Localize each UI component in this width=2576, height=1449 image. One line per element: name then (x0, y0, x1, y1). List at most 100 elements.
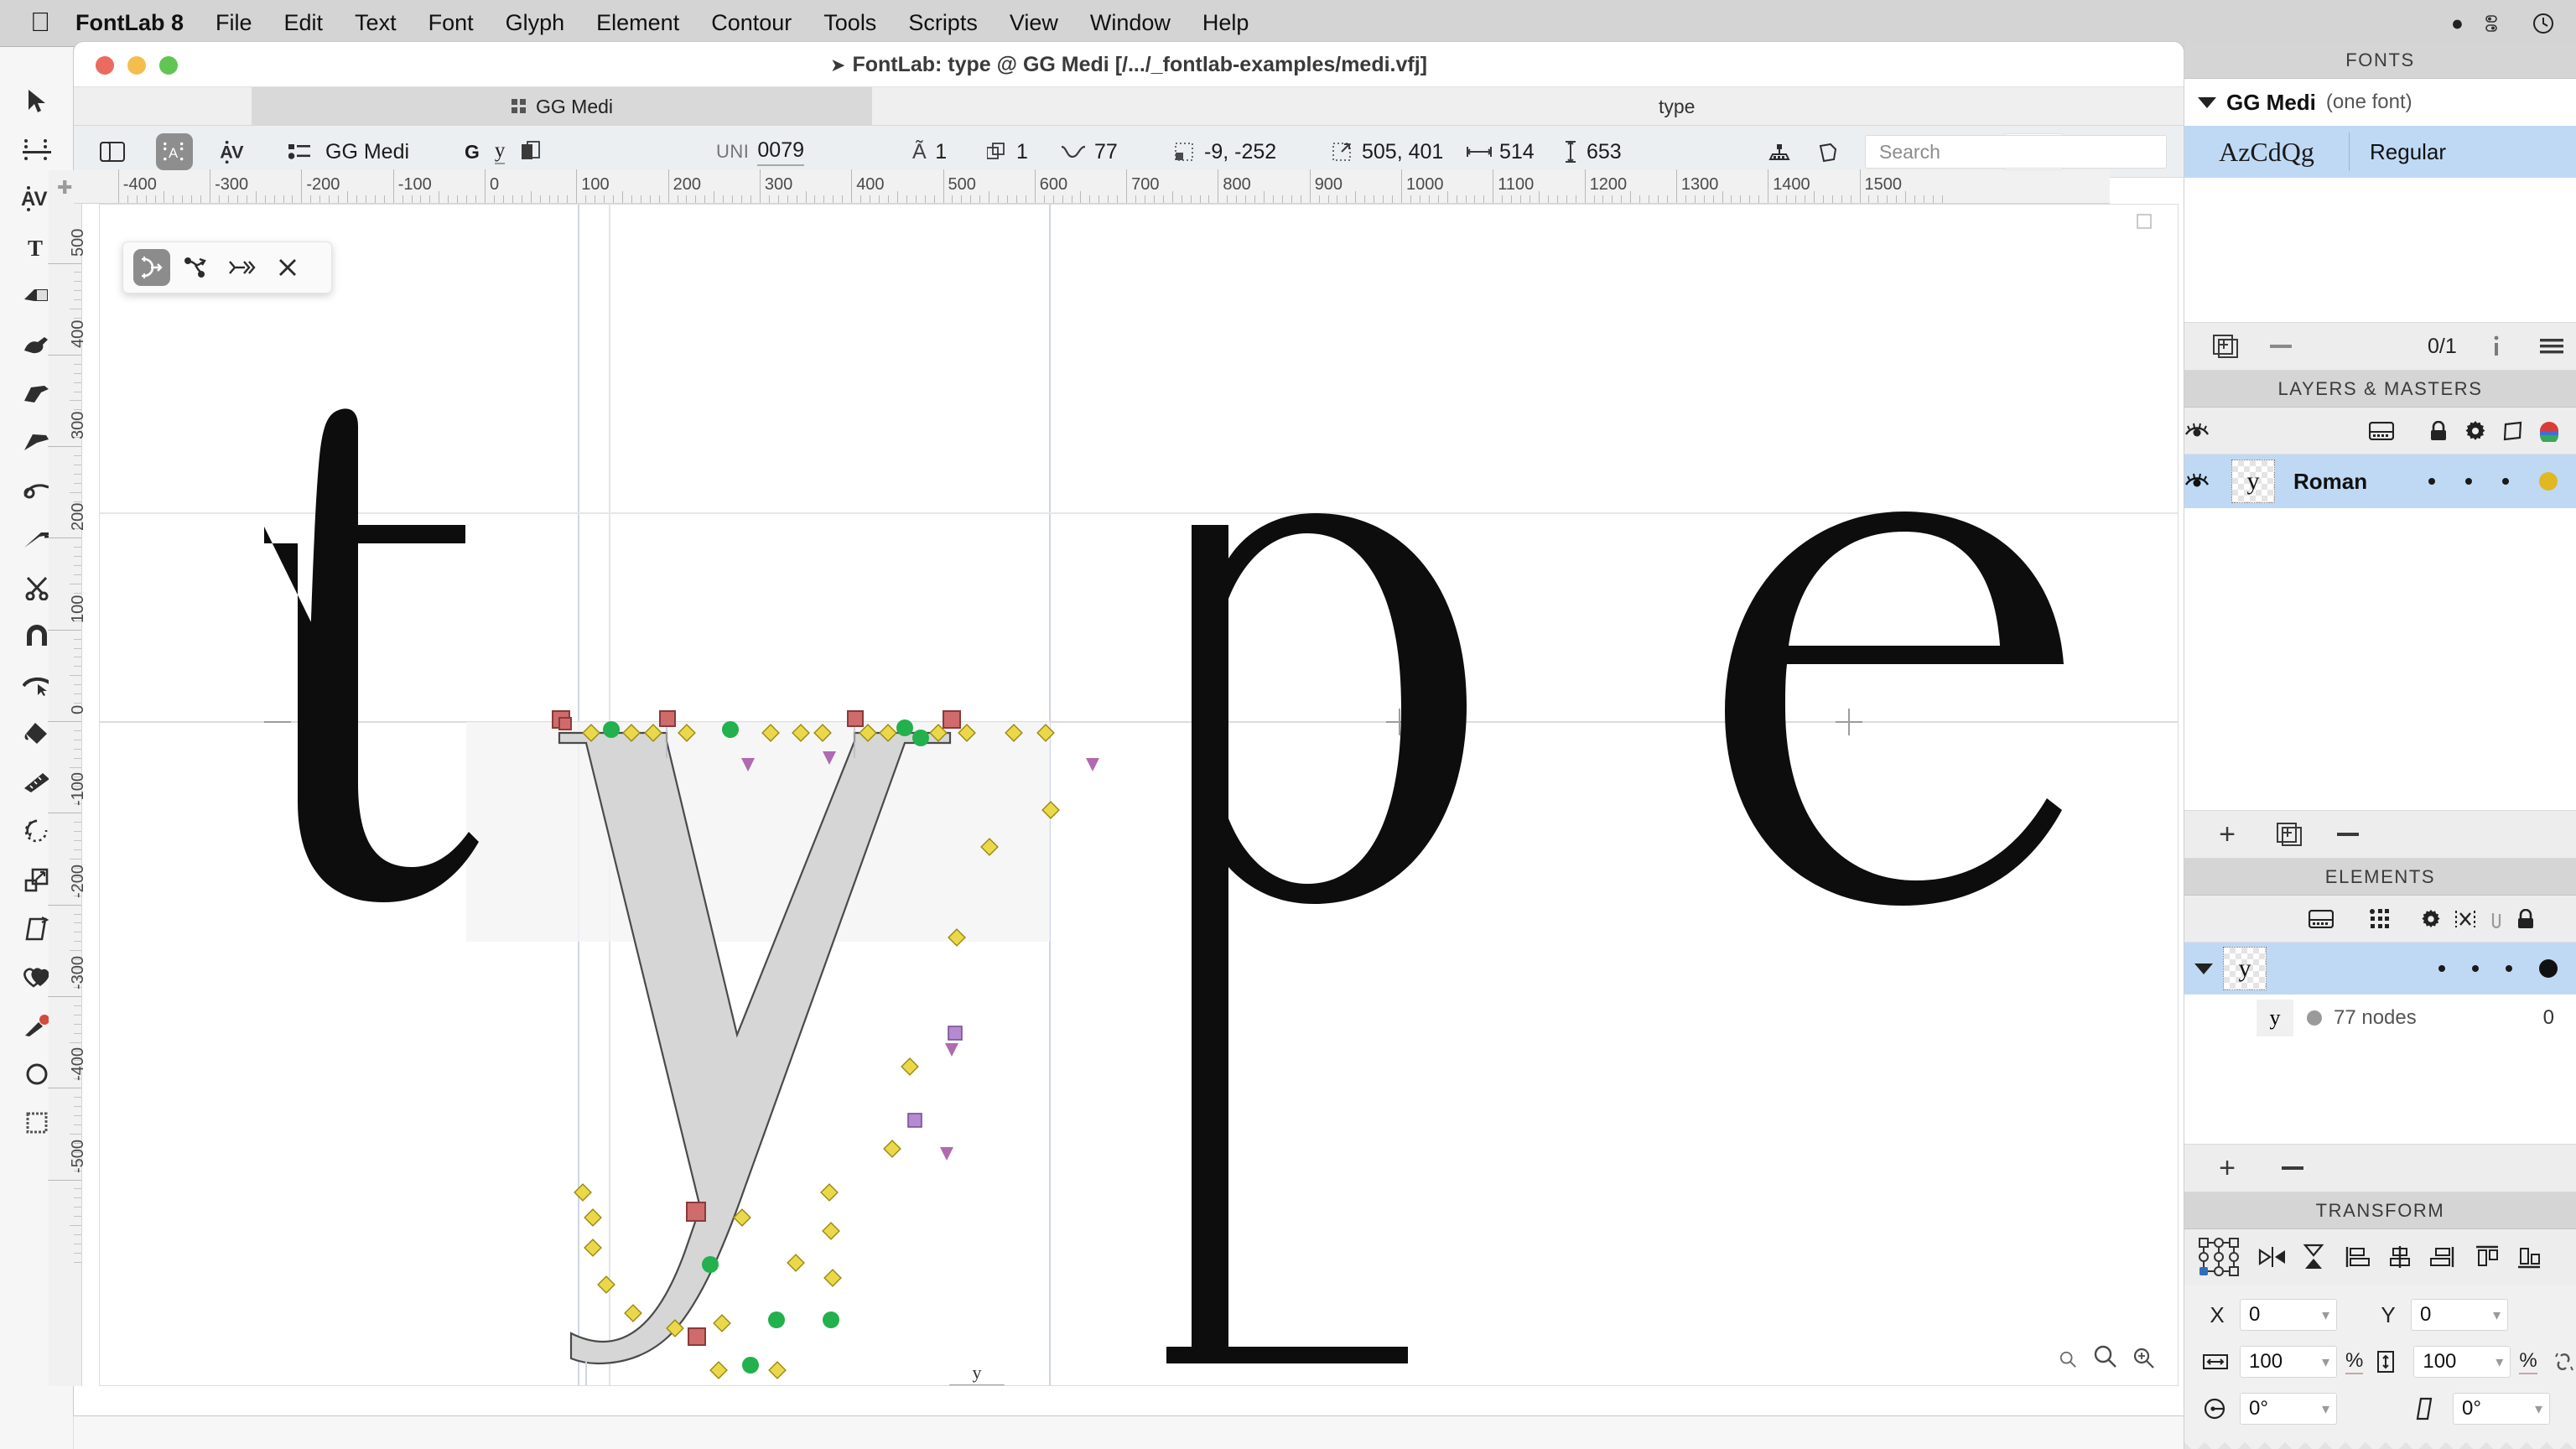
layer-color-swatch[interactable] (2539, 472, 2558, 491)
menu-item-edit[interactable]: Edit (284, 10, 324, 36)
link-icon[interactable] (2490, 909, 2503, 929)
font-row[interactable]: AzCdQg Regular (2184, 126, 2576, 178)
chevron-down-icon[interactable]: ▾ (2322, 1306, 2329, 1324)
transform-x-input[interactable]: 0 ▾ (2240, 1299, 2337, 1331)
glyph-list-icon[interactable] (282, 133, 319, 170)
menu-item-element[interactable]: Element (596, 10, 679, 36)
rotate-input[interactable]: 0° ▾ (2240, 1393, 2337, 1425)
flip-vertical-icon[interactable] (2302, 1244, 2325, 1270)
anchor-grid-icon[interactable] (2198, 1237, 2241, 1277)
close-icon[interactable] (269, 249, 306, 286)
menu-item-tools[interactable]: Tools (823, 10, 876, 36)
control-center-icon[interactable] (2485, 14, 2511, 33)
menu-item-scripts[interactable]: Scripts (908, 10, 978, 36)
shape-icon[interactable] (2503, 421, 2523, 441)
edit-glyph-mode-button[interactable]: A (156, 133, 193, 170)
glyph-editor-canvas[interactable]: -9 -24 y 481 (99, 204, 2179, 1386)
layer-flag-dot[interactable] (2465, 478, 2472, 485)
remove-layer-icon[interactable] (2325, 812, 2371, 857)
layer-row-roman[interactable]: y Roman (2184, 454, 2576, 508)
horizontal-ruler[interactable]: -400 -300 -200 -100 0 100 200 300 400 500 600 700 80… (74, 169, 2110, 204)
mirror-icon[interactable] (2454, 909, 2476, 929)
chevron-down-icon[interactable]: ▾ (2322, 1400, 2329, 1418)
chevron-down-icon[interactable]: ▾ (2322, 1353, 2329, 1371)
chevron-down-icon[interactable]: ▾ (2493, 1306, 2501, 1324)
element-subrow[interactable]: y 77 nodes 0 (2184, 995, 2576, 1041)
current-font-name[interactable]: GG Medi (325, 140, 409, 164)
grid-dots-icon[interactable] (2369, 908, 2391, 930)
layer-flag-dot[interactable] (2502, 478, 2509, 485)
zoom-fit-icon[interactable] (2092, 1343, 2117, 1368)
chevron-down-icon[interactable] (2198, 96, 2216, 108)
clock-icon[interactable] (2532, 13, 2554, 34)
menu-item-view[interactable]: View (1010, 10, 1058, 36)
add-element-icon[interactable]: + (2205, 1145, 2250, 1191)
current-glyph-name[interactable]: y (494, 139, 506, 164)
slant-input[interactable]: 0° ▾ (2453, 1393, 2550, 1425)
bullet-icon[interactable]: ● (2451, 12, 2464, 36)
shift-start-icon[interactable] (224, 249, 261, 286)
tab-type[interactable]: type (1659, 87, 1695, 126)
kerning-av-icon[interactable]: AV (216, 133, 253, 170)
remove-element-icon[interactable] (2270, 1145, 2315, 1191)
gear-icon[interactable] (2464, 420, 2486, 442)
anchor-icon[interactable] (1761, 133, 1798, 170)
align-right-icon[interactable] (2429, 1245, 2454, 1269)
glyph-height-value[interactable]: 653 (1587, 140, 1622, 164)
scale-width-input[interactable]: 100 ▾ (2240, 1346, 2337, 1378)
duplicate-layer-icon[interactable] (2267, 812, 2312, 857)
remove-font-icon[interactable] (2258, 324, 2303, 369)
hamburger-icon[interactable] (2529, 324, 2574, 369)
unlink-icon[interactable] (2551, 1351, 2576, 1373)
align-left-icon[interactable] (2345, 1245, 2371, 1269)
menu-item-text[interactable]: Text (355, 10, 397, 36)
menu-item-glyph[interactable]: Glyph (506, 10, 565, 36)
element-color-swatch[interactable] (2539, 959, 2558, 978)
lock-icon[interactable] (2429, 420, 2448, 441)
element-flag-dot[interactable] (2438, 965, 2445, 972)
apple-logo-icon[interactable]:  (30, 8, 50, 35)
start-point-icon[interactable] (179, 249, 216, 286)
transform-y-input[interactable]: 0 ▾ (2411, 1299, 2508, 1331)
font-group-row[interactable]: GG Medi (one font) (2184, 79, 2576, 126)
search-input[interactable]: Search (1865, 135, 2167, 169)
eye-icon[interactable] (2184, 423, 2231, 439)
chevron-down-icon[interactable] (2184, 963, 2223, 974)
edit-glyph-tool[interactable] (12, 131, 62, 169)
reverse-contour-icon[interactable] (133, 249, 170, 286)
element-flag-dot[interactable] (2472, 965, 2479, 972)
lock-icon[interactable] (2516, 908, 2535, 929)
align-top-icon[interactable] (2475, 1245, 2500, 1269)
color-wheel-icon[interactable] (2538, 420, 2560, 442)
copy-icon[interactable] (1810, 133, 1846, 170)
element-row[interactable]: y (2184, 943, 2576, 995)
info-icon[interactable] (2474, 324, 2519, 369)
sidebar-toggle-icon[interactable] (94, 133, 131, 170)
zoom-in-icon[interactable] (2132, 1347, 2154, 1368)
menu-item-help[interactable]: Help (1202, 10, 1249, 36)
align-bottom-icon[interactable] (2516, 1245, 2542, 1269)
layer-flag-dot[interactable] (2428, 478, 2435, 485)
keyboard-icon[interactable] (2369, 421, 2394, 440)
tab-gg-medi[interactable]: GG Medi (252, 87, 872, 126)
glyph-width-badge[interactable]: y 481 (938, 1362, 1015, 1385)
menu-item-font[interactable]: Font (428, 10, 474, 36)
menu-item-window[interactable]: Window (1090, 10, 1171, 36)
ruler-origin-icon[interactable]: ✚ (57, 177, 72, 199)
unicode-value[interactable]: 0079 (757, 138, 805, 166)
duplicate-glyph-icon[interactable] (513, 133, 550, 170)
element-flag-dot[interactable] (2506, 965, 2512, 972)
align-center-icon[interactable] (2387, 1245, 2412, 1269)
menu-item-contour[interactable]: Contour (711, 10, 792, 36)
add-layer-icon[interactable]: + (2205, 812, 2250, 857)
gear-icon[interactable] (2421, 909, 2441, 929)
add-font-icon[interactable] (2203, 324, 2248, 369)
advance-width-value[interactable]: 514 (1499, 140, 1535, 164)
zoom-out-icon[interactable] (2059, 1350, 2077, 1368)
glyph-mode-g[interactable]: G (465, 141, 480, 164)
menu-item-file[interactable]: File (216, 10, 252, 36)
menu-app-name[interactable]: FontLab 8 (75, 10, 184, 36)
keyboard-icon[interactable] (2309, 909, 2334, 928)
flip-horizontal-icon[interactable] (2258, 1245, 2287, 1269)
scale-height-input[interactable]: 100 ▾ (2413, 1346, 2511, 1378)
